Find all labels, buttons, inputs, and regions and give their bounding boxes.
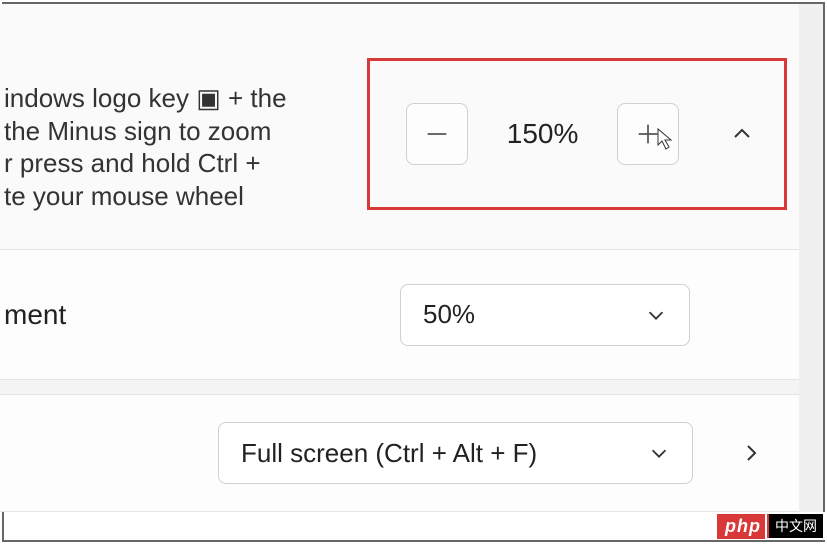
php-badge: php [717,514,769,539]
zoom-description: indows logo key ▣ + the the Minus sign t… [4,82,364,212]
increment-select[interactable]: 50% [400,284,690,346]
zoom-increment-row: ment 50% [0,250,799,380]
increment-label: ment [4,299,66,331]
zoom-controls-highlight: 150% [367,58,787,210]
text-line: te your mouse wheel [4,180,364,213]
zoom-value: 150% [507,118,579,150]
fullscreen-select[interactable]: Full screen (Ctrl + Alt + F) [218,422,693,484]
increment-value: 50% [423,299,475,330]
expand-button[interactable] [731,433,771,473]
zoom-level-row: indows logo key ▣ + the the Minus sign t… [0,4,799,250]
zoom-out-button[interactable] [406,103,468,165]
plus-icon [634,120,662,148]
minus-icon [423,120,451,148]
fullscreen-row: Full screen (Ctrl + Alt + F) [0,394,799,512]
cn-badge: 中文网 [769,512,823,540]
text-line: indows logo key ▣ + the [4,82,364,115]
row-gap [0,380,799,394]
chevron-up-icon [730,122,754,146]
text-line: r press and hold Ctrl + [4,147,364,180]
settings-content: indows logo key ▣ + the the Minus sign t… [0,4,799,540]
chevron-down-icon [645,304,667,326]
fullscreen-label: Full screen (Ctrl + Alt + F) [241,438,537,469]
vertical-scrollbar[interactable] [799,4,823,538]
chevron-down-icon [648,442,670,464]
text-line: the Minus sign to zoom [4,115,364,148]
chevron-right-icon [739,441,763,465]
zoom-in-button[interactable] [617,103,679,165]
watermark: php 中文网 [717,512,823,540]
collapse-button[interactable] [718,110,766,158]
